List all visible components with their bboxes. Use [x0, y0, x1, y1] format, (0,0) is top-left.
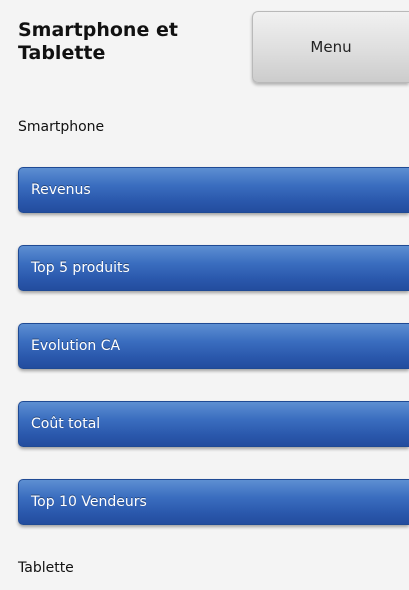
- nav-button-evolution-ca[interactable]: Evolution CA: [18, 323, 409, 369]
- nav-button-revenus[interactable]: Revenus: [18, 167, 409, 213]
- section-title-smartphone: Smartphone: [18, 119, 105, 135]
- nav-button-top-10-vendeurs[interactable]: Top 10 Vendeurs: [18, 479, 409, 525]
- nav-button-top-5-produits[interactable]: Top 5 produits: [18, 245, 409, 291]
- app-header: Smartphone et Tablette Menu: [0, 0, 409, 100]
- section-title-tablette: Tablette: [18, 560, 74, 576]
- nav-button-cout-total[interactable]: Coût total: [18, 401, 409, 447]
- menu-button[interactable]: Menu: [252, 11, 409, 83]
- page-title: Smartphone et Tablette: [18, 19, 178, 64]
